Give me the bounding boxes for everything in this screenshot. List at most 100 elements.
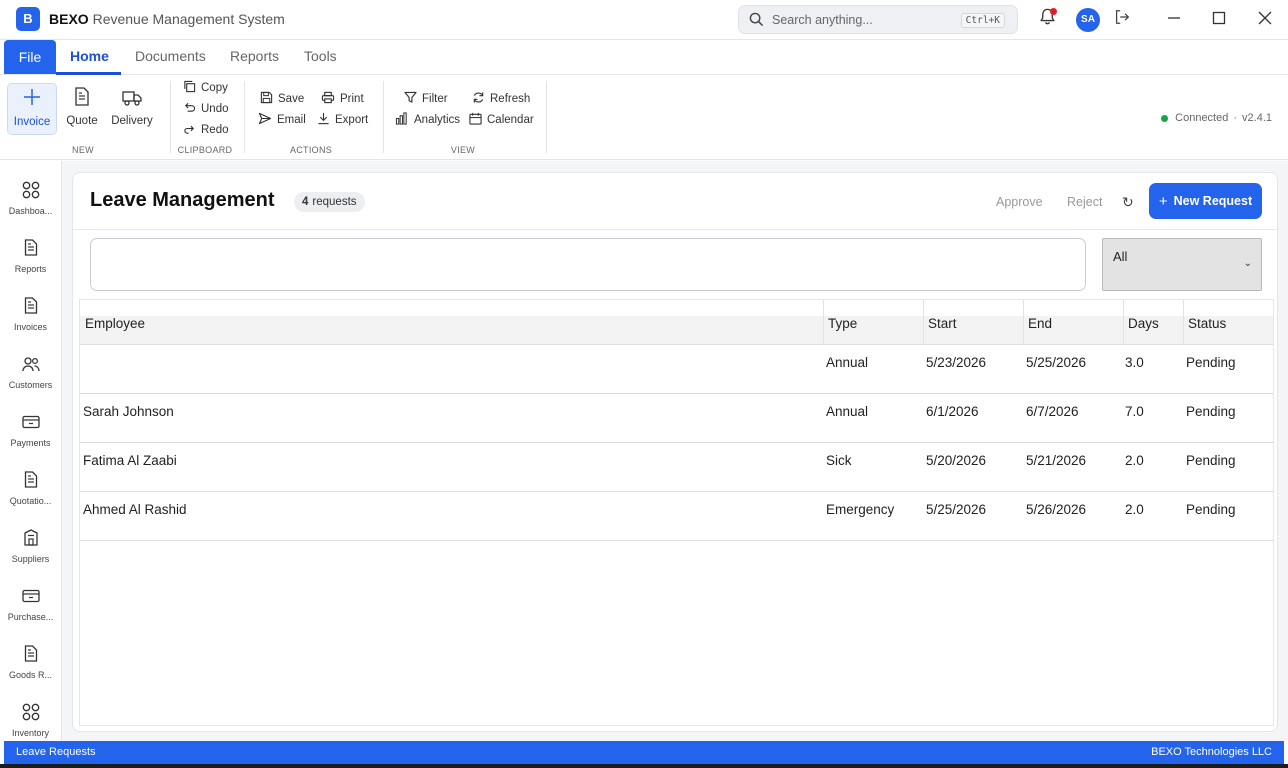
cell-end: 5/26/2026 [1026, 502, 1087, 517]
sidebar-item-customers[interactable]: Customers [0, 355, 61, 405]
redo-button[interactable]: Redo [183, 121, 229, 139]
table-row[interactable]: Sarah Johnson Annual 6/1/2026 6/7/2026 7… [80, 394, 1273, 443]
column-header-type[interactable]: Type [824, 316, 857, 345]
refresh-icon [472, 91, 490, 107]
status-bar-right: BEXO Technologies LLC [1151, 746, 1272, 758]
close-button[interactable] [1242, 0, 1288, 40]
tab-tools[interactable]: Tools [304, 48, 337, 64]
column-header-employee[interactable]: Employee [81, 316, 145, 345]
export-label: Export [335, 114, 369, 126]
new-quote-button[interactable]: Quote [57, 83, 107, 135]
copy-button[interactable]: Copy [183, 79, 228, 97]
new-invoice-button[interactable]: Invoice [7, 83, 57, 135]
status-bar: Leave Requests BEXO Technologies LLC [4, 741, 1284, 764]
table-row[interactable]: Annual 5/23/2026 5/25/2026 3.0 Pending [80, 345, 1273, 394]
tab-home[interactable]: Home [70, 48, 109, 64]
copy-icon [183, 80, 201, 96]
cell-type: Emergency [826, 502, 895, 517]
close-icon [1258, 11, 1272, 30]
users-icon [21, 356, 40, 377]
cell-employee: Sarah Johnson [83, 404, 174, 419]
sidebar-item-invoices[interactable]: Invoices [0, 297, 61, 347]
sidebar-item-label: Payments [10, 438, 51, 448]
column-header-start[interactable]: Start [924, 316, 957, 345]
file-menu-button[interactable]: File [4, 40, 56, 74]
status-filter-select[interactable]: All ⌄ [1102, 238, 1262, 291]
export-button[interactable]: Export [317, 111, 368, 129]
ribbon-toolbar: Invoice Quote Delivery NEW Copy Undo Red… [0, 75, 1288, 160]
cell-status: Pending [1186, 502, 1236, 517]
undo-button[interactable]: Undo [183, 100, 229, 118]
request-count: 4 [302, 196, 309, 208]
status-filter-value: All [1113, 249, 1128, 264]
grid-icon [22, 181, 40, 204]
reject-button[interactable]: Reject [1067, 195, 1102, 209]
cell-end: 5/21/2026 [1026, 453, 1087, 468]
sidebar-item-suppliers[interactable]: Suppliers [0, 529, 61, 579]
app-subtitle: Revenue Management System [92, 11, 285, 27]
column-header-days[interactable]: Days [1124, 316, 1159, 345]
download-icon [317, 112, 335, 128]
sidebar-item-label: Inventory [11, 728, 50, 738]
new-delivery-button[interactable]: Delivery [107, 83, 157, 135]
calendar-label: Calendar [487, 114, 534, 126]
sidebar-item-purchase[interactable]: Purchase... [0, 587, 61, 637]
notifications-button[interactable] [1036, 8, 1058, 30]
approve-button[interactable]: Approve [996, 195, 1043, 209]
analytics-label: Analytics [414, 114, 461, 126]
sidebar-item-label: Dashboa... [8, 206, 53, 216]
calendar-button[interactable]: Calendar [469, 111, 534, 129]
new-request-button[interactable]: + New Request [1149, 183, 1262, 219]
header-divider [73, 229, 1277, 230]
leave-search-input[interactable] [90, 238, 1086, 291]
save-label: Save [278, 93, 305, 105]
sidebar-item-reports[interactable]: Reports [0, 239, 61, 289]
column-header-status[interactable]: Status [1184, 316, 1226, 345]
taskbar-edge [0, 764, 1288, 768]
cell-status: Pending [1186, 355, 1236, 370]
ribbon-separator [244, 81, 245, 153]
sidebar-item-goods-received[interactable]: Goods R... [0, 645, 61, 695]
ribbon-separator [383, 81, 384, 153]
sidebar-item-quotations[interactable]: Quotatio... [0, 471, 61, 521]
bar-chart-icon [395, 112, 414, 128]
ribbon-separator [546, 81, 547, 153]
email-button[interactable]: Email [258, 111, 306, 129]
new-delivery-label: Delivery [111, 115, 153, 127]
app-brand: BEXO [49, 11, 89, 27]
document-icon [24, 645, 38, 667]
analytics-button[interactable]: Analytics [395, 111, 460, 129]
filter-button[interactable]: Filter [404, 90, 448, 108]
refresh-icon: ↻ [1122, 194, 1134, 210]
email-label: Email [277, 114, 306, 126]
sidebar-item-label: Invoices [13, 322, 48, 332]
refresh-label: Refresh [490, 93, 531, 105]
notification-dot [1050, 8, 1057, 15]
request-count-badge: 4 requests [294, 192, 365, 212]
table-row[interactable]: Ahmed Al Rashid Emergency 5/25/2026 5/26… [80, 492, 1273, 541]
sidebar-item-payments[interactable]: Payments [0, 413, 61, 463]
tab-reports[interactable]: Reports [230, 48, 279, 64]
sidebar-item-dashboard[interactable]: Dashboa... [0, 181, 61, 231]
menu-bar: File Home Documents Reports Tools [0, 40, 1288, 75]
logout-button[interactable] [1111, 8, 1133, 30]
leave-management-panel: Leave Management 4 requests Approve Rejec… [72, 172, 1278, 732]
refresh-list-button[interactable]: ↻ [1122, 194, 1134, 211]
tab-documents[interactable]: Documents [135, 48, 206, 64]
calendar-icon [469, 112, 487, 128]
global-search[interactable]: Search anything... Ctrl+K [738, 5, 1018, 34]
print-button[interactable]: Print [321, 90, 364, 108]
table-row[interactable]: Fatima Al Zaabi Sick 5/20/2026 5/21/2026… [80, 443, 1273, 492]
cell-start: 5/20/2026 [926, 453, 987, 468]
request-count-label: requests [312, 196, 357, 208]
document-icon [24, 471, 38, 493]
column-header-end[interactable]: End [1024, 316, 1052, 345]
refresh-button[interactable]: Refresh [472, 90, 530, 108]
minimize-button[interactable] [1151, 0, 1197, 40]
title-bar: B BEXO Revenue Management System Search … [0, 0, 1288, 40]
cell-days: 2.0 [1125, 453, 1144, 468]
save-button[interactable]: Save [260, 90, 304, 108]
maximize-button[interactable] [1196, 0, 1242, 40]
user-avatar[interactable]: SA [1076, 8, 1100, 32]
truck-icon [122, 90, 142, 109]
